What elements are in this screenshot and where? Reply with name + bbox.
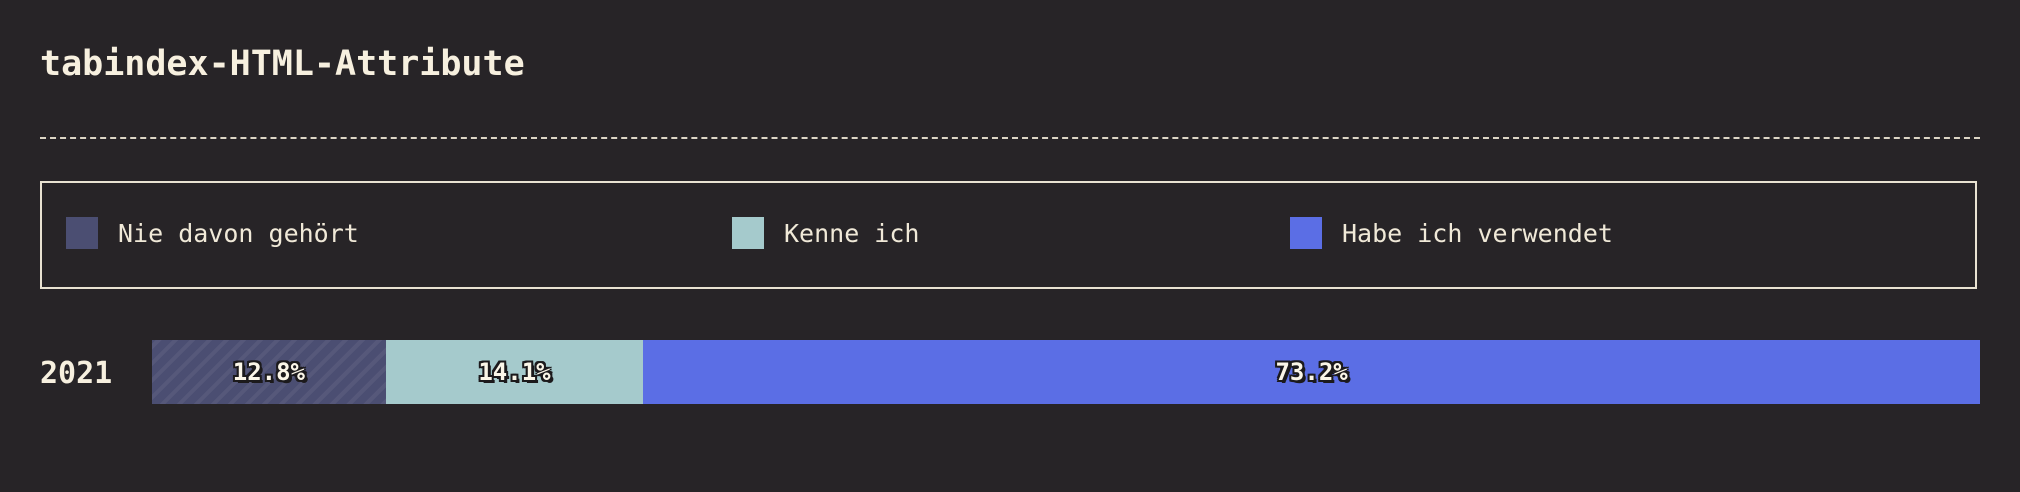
bar-value-label-nie-davon-gehoert: 12.8%	[232, 358, 305, 386]
legend-label-nie-davon-gehoert: Nie davon gehört	[118, 218, 359, 248]
legend-swatch-habe-ich-verwendet	[1290, 217, 1322, 249]
bar-segment-kenne-ich: 14.1%	[385, 340, 644, 404]
bar-value-label-kenne-ich: 14.1%	[478, 358, 551, 386]
legend-item-kenne-ich: Kenne ich	[732, 217, 919, 249]
legend-item-habe-ich-verwendet: Habe ich verwendet	[1290, 217, 1613, 249]
title-divider	[40, 137, 1980, 139]
legend-label-kenne-ich: Kenne ich	[784, 218, 920, 248]
bar-value-label-habe-ich-verwendet: 73.2%	[1275, 358, 1348, 386]
row-label-2021: 2021	[40, 356, 113, 391]
bar-segment-habe-ich-verwendet: 73.2%	[643, 340, 1980, 404]
bar-segment-nie-davon-gehoert: 12.8%	[152, 340, 386, 404]
legend-item-nie-davon-gehoert: Nie davon gehört	[66, 217, 359, 249]
legend-swatch-kenne-ich	[732, 217, 764, 249]
chart-title: tabindex-HTML-Attribute	[40, 44, 525, 84]
legend-swatch-nie-davon-gehoert	[66, 217, 98, 249]
legend-label-habe-ich-verwendet: Habe ich verwendet	[1342, 218, 1613, 248]
legend: Nie davon gehört Kenne ich Habe ich verw…	[40, 181, 1977, 289]
stacked-bar-2021: 12.8% 14.1% 73.2%	[152, 340, 1980, 404]
